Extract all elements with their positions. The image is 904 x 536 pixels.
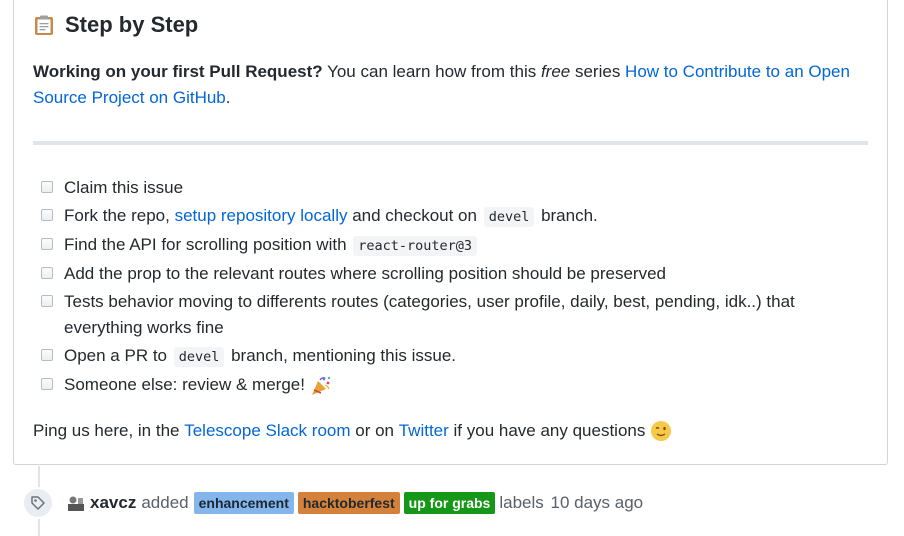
event-time[interactable]: 10 days ago [551,493,644,513]
intro-text-2: series [570,62,626,81]
issue-label[interactable]: up for grabs [403,492,496,514]
section-heading: Step by Step [33,10,198,40]
task-checkbox[interactable] [41,238,53,250]
task-item: Tests behavior moving to differents rout… [33,289,873,341]
task-checkbox[interactable] [41,295,53,307]
label-event: xavcz added enhancement hacktoberfest up f… [22,487,644,519]
section-title: Step by Step [65,12,199,37]
task-checkbox[interactable] [41,209,53,221]
ping-text-2: or on [350,421,399,440]
intro-emphasis: free [540,62,571,81]
tag-badge [22,487,54,519]
intro-paragraph: Working on your first Pull Request? You … [33,59,863,111]
ping-text-1: Ping us here, in the [33,421,185,440]
task-checkbox[interactable] [41,267,53,279]
ping-paragraph: Ping us here, in the Telescope Slack roo… [33,418,672,444]
tag-icon [31,496,45,510]
task-item: Claim this issue [33,175,873,201]
task-text: branch. [536,206,598,225]
winking-face-icon [651,421,672,441]
task-checkbox[interactable] [41,378,53,390]
avatar[interactable] [66,493,86,513]
party-popper-icon [311,376,330,395]
task-text: and checkout on [347,206,482,225]
task-text: Fork the repo, [64,206,175,225]
task-checkbox[interactable] [41,181,53,193]
author-link[interactable]: xavcz [90,493,136,513]
issue-label[interactable]: enhancement [193,492,294,514]
intro-end: . [225,88,231,107]
ping-text-3: if you have any questions [448,421,651,440]
task-text: Someone else: review & merge! [64,375,310,394]
task-text: Open a PR to [64,346,172,365]
intro-bold: Working on your first Pull Request? [33,62,323,81]
inline-code: devel [173,347,225,367]
task-list: Claim this issue Fork the repo, setup rep… [33,175,873,400]
task-text: Find the API for scrolling position with [64,235,352,254]
task-item: Add the prop to the relevant routes wher… [33,261,873,287]
label-list: enhancement hacktoberfest up for grabs [193,492,500,514]
task-text: Add the prop to the relevant routes wher… [64,264,666,283]
task-item: Someone else: review & merge! [33,372,873,398]
issue-label[interactable]: hacktoberfest [297,492,400,514]
task-text: Claim this issue [64,178,184,197]
task-checkbox[interactable] [41,349,53,361]
task-item: Open a PR to devel branch, mentioning th… [33,343,873,370]
inline-code: devel [483,207,535,227]
clipboard-icon [35,15,53,35]
event-action: added [141,493,189,512]
slack-room-link[interactable]: Telescope Slack room [184,418,350,444]
twitter-link[interactable]: Twitter [399,418,449,444]
task-text: branch, mentioning this issue. [226,346,456,365]
inline-code: react-router@3 [353,236,478,256]
task-text: Tests behavior moving to differents rout… [64,292,795,337]
horizontal-rule [33,141,868,145]
task-item: Find the API for scrolling position with… [33,232,873,259]
task-item: Fork the repo, setup repository locally … [33,203,873,230]
event-suffix: labels [499,493,544,512]
task-link[interactable]: setup repository locally [175,206,348,225]
intro-text-1: You can learn how from this [322,62,541,81]
